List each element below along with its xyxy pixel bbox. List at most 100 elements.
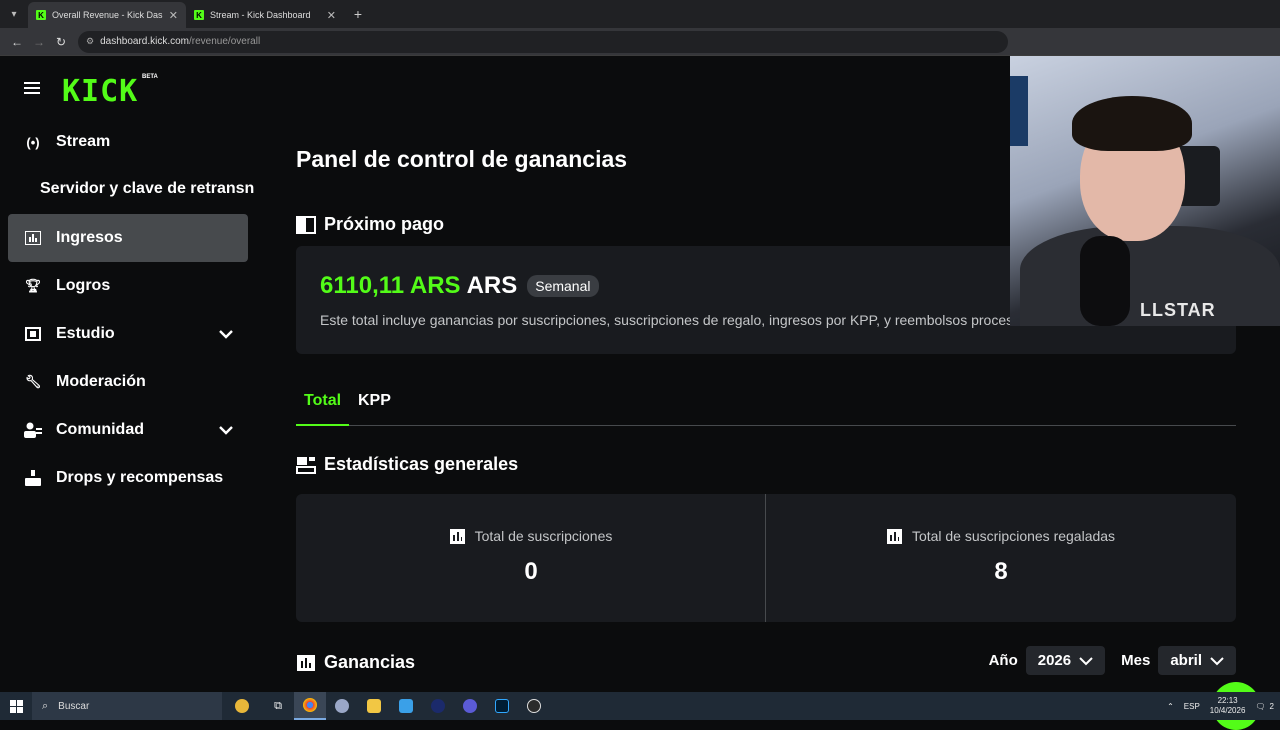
sidebar-item-label: Stream — [56, 133, 111, 150]
stats-card: Total de suscripciones 0 Total de suscri… — [296, 494, 1236, 622]
trophy-icon: 🏆︎ — [24, 278, 42, 293]
chart-icon — [24, 229, 42, 247]
chevron-down-icon[interactable] — [218, 422, 234, 438]
drops-icon — [24, 469, 42, 487]
url-input[interactable]: ⚙ dashboard.kick.com/revenue/overall — [78, 30, 1008, 53]
sidebar-item-comunidad[interactable]: Comunidad — [8, 406, 248, 454]
task-view-icon[interactable]: ⧉ — [262, 692, 294, 720]
windows-start-icon[interactable] — [0, 692, 32, 720]
back-icon[interactable]: ← — [6, 31, 28, 53]
vpn-icon[interactable] — [422, 692, 454, 720]
section-title-text: Ganancias — [324, 652, 416, 672]
month-value: abril — [1170, 652, 1202, 669]
reload-icon[interactable]: ↻ — [50, 31, 72, 53]
windows-taskbar: ⌕ Buscar ⧉ ⌃ ESP 22:13 10/4/2026 🗨︎ 2 — [0, 692, 1280, 720]
kick-favicon-icon: K — [194, 10, 204, 20]
clock[interactable]: 22:13 10/4/2026 — [1210, 696, 1246, 716]
stat-label: Total de suscripciones — [474, 528, 613, 544]
site-info-icon[interactable]: ⚙ — [86, 36, 94, 47]
language-indicator[interactable]: ESP — [1184, 702, 1200, 711]
section-title-text: Estadísticas generales — [324, 454, 519, 474]
clock-time: 22:13 — [1217, 696, 1238, 705]
sidebar-subitem-server-key[interactable]: Servidor y clave de retransn — [40, 180, 254, 198]
menu-icon[interactable] — [24, 82, 40, 94]
sidebar-item-label: Estudio — [56, 325, 115, 342]
search-placeholder: Buscar — [58, 700, 90, 712]
wallet-icon — [296, 215, 316, 234]
tab-search-icon[interactable]: ▾ — [0, 0, 28, 28]
stats-icon — [296, 456, 316, 474]
forward-icon[interactable]: → — [28, 31, 50, 53]
month-select[interactable]: abril — [1158, 646, 1236, 675]
chevron-down-icon — [1079, 656, 1093, 665]
sidebar-item-label: Ingresos — [56, 229, 123, 246]
close-tab-icon[interactable]: ✕ — [327, 9, 336, 22]
v-app-icon[interactable] — [454, 692, 486, 720]
section-title-text: Próximo pago — [324, 214, 445, 234]
new-tab-icon[interactable]: + — [348, 4, 368, 24]
year-value: 2026 — [1037, 652, 1072, 669]
amount-value: 6110,11 ARS — [320, 272, 461, 299]
webcam-overlay: LLSTAR — [1010, 56, 1280, 326]
broadcast-icon: (•) — [26, 134, 40, 150]
sidebar: KICK BETA (•) Stream Servidor y clave de… — [0, 56, 262, 692]
stat-label: Total de suscripciones regaladas — [911, 528, 1116, 544]
sidebar-item-estudio[interactable]: Estudio — [8, 310, 248, 358]
address-bar: ← → ↻ ⚙ dashboard.kick.com/revenue/overa… — [0, 28, 1280, 56]
close-tab-icon[interactable]: ✕ — [169, 9, 178, 22]
sidebar-item-label: Moderación — [56, 373, 146, 390]
bar-chart-icon — [886, 528, 902, 544]
tab-total[interactable]: Total — [295, 392, 350, 426]
sidebar-item-ingresos[interactable]: Ingresos — [8, 214, 248, 262]
webcam-person-hair — [1072, 96, 1192, 151]
wrench-icon: 🔧︎ — [24, 374, 42, 389]
file-explorer-icon[interactable] — [358, 692, 390, 720]
sidebar-item-label: Logros — [56, 277, 111, 294]
url-host: dashboard.kick.com — [100, 36, 190, 47]
obs-icon[interactable] — [518, 692, 550, 720]
sidebar-item-drops[interactable]: Drops y recompensas — [8, 454, 248, 502]
browser-tab-revenue[interactable]: K Overall Revenue - Kick Dashboard ✕ — [28, 2, 186, 28]
shirt-print: LLSTAR — [1140, 300, 1216, 320]
clock-date: 10/4/2026 — [1209, 706, 1246, 715]
stat-value: 0 — [524, 558, 538, 585]
sidebar-item-label: Comunidad — [56, 421, 144, 438]
period-badge: Semanal — [527, 275, 599, 297]
notes-icon[interactable] — [390, 692, 422, 720]
studio-icon — [24, 325, 42, 343]
url-path: /revenue/overall — [189, 36, 261, 47]
stat-label-row: Total de suscripciones regaladas — [766, 528, 1236, 544]
bar-chart-icon — [449, 528, 465, 544]
kick-favicon-icon: K — [36, 10, 46, 20]
payment-description: Este total incluye ganancias por suscrip… — [320, 312, 1048, 328]
webcam-microphone — [1080, 236, 1130, 326]
taskbar-search[interactable]: ⌕ Buscar — [32, 692, 222, 720]
stat-label-row: Total de suscripciones — [296, 528, 766, 544]
next-payment-heading: Próximo pago — [296, 214, 444, 235]
earnings-filters: Año 2026 Mes abril — [989, 646, 1236, 675]
page-title: Panel de control de ganancias — [296, 146, 628, 172]
chevron-down-icon — [1210, 656, 1224, 665]
chevron-down-icon[interactable] — [218, 326, 234, 342]
notifications-count: 2 — [1269, 701, 1274, 711]
notifications-icon[interactable]: 🗨︎ — [1255, 702, 1265, 711]
bar-chart-icon — [297, 654, 315, 671]
tab-kpp[interactable]: KPP — [358, 392, 391, 410]
system-tray: ⌃ ESP 22:13 10/4/2026 🗨︎ 2 — [1167, 692, 1280, 720]
community-icon — [24, 421, 42, 439]
tray-chevron-icon[interactable]: ⌃ — [1167, 702, 1174, 711]
sidebar-item-stream[interactable]: (•) Stream — [8, 118, 248, 166]
chrome-icon[interactable] — [294, 692, 326, 720]
browser-tab-stream[interactable]: K Stream - Kick Dashboard ✕ — [186, 2, 344, 28]
sidebar-item-moderacion[interactable]: 🔧︎ Moderación — [8, 358, 248, 406]
stat-total-subs: Total de suscripciones 0 — [296, 494, 766, 622]
revenue-tabs: Total KPP — [295, 382, 1236, 426]
photoshop-icon[interactable] — [486, 692, 518, 720]
kick-logo[interactable]: KICK — [62, 74, 138, 109]
stat-value: 8 — [994, 558, 1008, 585]
app-icon[interactable] — [326, 692, 358, 720]
year-select[interactable]: 2026 — [1025, 646, 1106, 675]
sidebar-item-label: Drops y recompensas — [56, 469, 224, 486]
webcam-background-monitor — [1010, 76, 1028, 146]
sidebar-item-logros[interactable]: 🏆︎ Logros — [8, 262, 248, 310]
